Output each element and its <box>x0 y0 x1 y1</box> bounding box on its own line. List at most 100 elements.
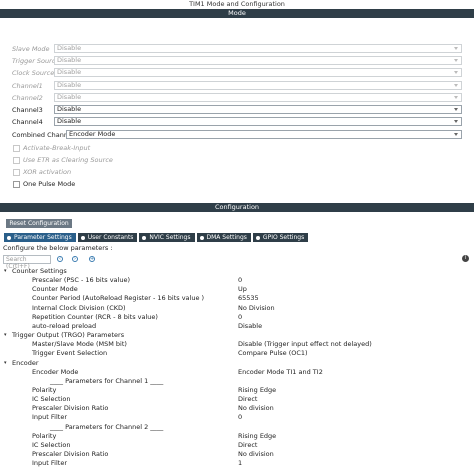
tab-nvic-settings[interactable]: NVIC Settings <box>139 233 195 242</box>
mode-field-value: Disable <box>57 93 82 101</box>
parameter-value[interactable]: Rising Edge <box>238 386 276 395</box>
mode-field-label: Slave Mode <box>12 45 50 53</box>
tree-row[interactable]: Input Filter 1 <box>0 459 474 468</box>
tree-row[interactable]: Repetition Counter (RCR - 8 bits value) 0 <box>0 313 474 322</box>
mode-field-label: Channel1 <box>12 82 43 90</box>
mode-field-channel2: Channel2 Disable <box>12 93 462 103</box>
parameter-value[interactable]: Disable (Trigger input effect not delaye… <box>238 340 372 349</box>
mode-field-label: Channel2 <box>12 94 43 102</box>
mode-field-select: Disable <box>54 44 462 53</box>
tree-row[interactable]: Prescaler (PSC - 16 bits value) 0 <box>0 276 474 285</box>
checkbox-label: Use ETR as Clearing Source <box>23 156 113 164</box>
parameter-name: Internal Clock Division (CKD) <box>32 303 126 312</box>
tree-row[interactable]: IC Selection Direct <box>0 395 474 404</box>
checkbox-one-pulse-mode[interactable]: One Pulse Mode <box>13 180 75 189</box>
mode-field-label: Channel3 <box>12 106 43 114</box>
tab-gpio-settings[interactable]: GPIO Settings <box>252 233 309 242</box>
search-bar: Search (Crtl+F) ‹ › + i <box>3 255 471 270</box>
tree-row[interactable]: IC Selection Direct <box>0 441 474 450</box>
mode-field-value: Disable <box>57 68 82 76</box>
tree-group[interactable]: ▾ Trigger Output (TRGO) Parameters <box>0 331 474 340</box>
tab-radio-icon <box>142 235 147 240</box>
parameter-name: Prescaler Division Ratio <box>32 450 109 458</box>
parameter-value[interactable]: Direct <box>238 441 257 450</box>
collapse-toggle-icon[interactable]: ▾ <box>4 331 7 340</box>
tab-parameter-settings[interactable]: Parameter Settings <box>4 233 76 242</box>
parameter-name: Input Filter <box>32 459 67 468</box>
checkbox-label: Activate-Break-Input <box>23 144 91 152</box>
parameter-value[interactable]: Disable <box>238 322 262 331</box>
parameter-value[interactable]: Encoder Mode TI1 and TI2 <box>238 368 323 377</box>
checkbox-use-etr-as-clearing-source: Use ETR as Clearing Source <box>13 156 113 165</box>
parameter-name: auto-reload preload <box>32 321 97 330</box>
mode-field-select[interactable]: Disable <box>54 117 462 126</box>
tab-label: User Constants <box>87 234 134 241</box>
parameter-value[interactable]: 0 <box>238 413 242 422</box>
mode-field-channel3: Channel3 Disable <box>12 105 462 115</box>
mode-field-select[interactable]: Encoder Mode <box>66 130 462 139</box>
checkbox-icon[interactable] <box>13 180 20 188</box>
tab-user-constants[interactable]: User Constants <box>77 233 138 242</box>
checkbox-label: One Pulse Mode <box>23 180 76 188</box>
tree-group-name: Counter Settings <box>12 267 67 275</box>
tree-row[interactable]: Encoder Mode Encoder Mode TI1 and TI2 <box>0 368 474 377</box>
chevron-down-icon <box>454 71 458 74</box>
tree-row[interactable]: Counter Mode Up <box>0 285 474 294</box>
mode-field-label: Combined Channels <box>12 131 78 139</box>
chevron-down-icon <box>454 96 458 99</box>
tree-row[interactable]: Polarity Rising Edge <box>0 432 474 441</box>
tree-row[interactable]: ____ Parameters for Channel 1 ____ <box>0 377 474 386</box>
mode-field-combined-channels: Combined Channels Encoder Mode <box>12 130 462 140</box>
parameter-name: ____ Parameters for Channel 2 ____ <box>50 422 164 431</box>
reset-configuration-button[interactable]: Reset Configuration <box>6 219 72 228</box>
parameter-value[interactable]: No division <box>238 404 274 413</box>
mode-field-label: Clock Source <box>12 69 55 77</box>
mode-field-value: Encoder Mode <box>69 130 116 138</box>
parameter-value[interactable]: 0 <box>238 276 242 285</box>
tree-row[interactable]: Polarity Rising Edge <box>0 386 474 395</box>
tree-row[interactable]: Input Filter 0 <box>0 413 474 422</box>
parameter-value[interactable]: Up <box>238 285 247 294</box>
parameter-value[interactable]: 1 <box>238 459 242 468</box>
mode-panel: Slave Mode Disable Trigger Source Disable Cl… <box>0 18 474 202</box>
tree-row[interactable]: Trigger Event Selection Compare Pulse (OC… <box>0 349 474 358</box>
collapse-toggle-icon[interactable]: ▾ <box>4 359 7 368</box>
parameter-value[interactable]: No division <box>238 450 274 459</box>
parameter-value[interactable]: 65535 <box>238 294 259 303</box>
tree-row[interactable]: Prescaler Division Ratio No division <box>0 404 474 413</box>
info-icon[interactable]: i <box>462 255 469 262</box>
search-next-icon[interactable]: › <box>72 256 78 262</box>
expand-all-icon[interactable]: + <box>89 256 95 262</box>
parameter-value[interactable]: Compare Pulse (OC1) <box>238 349 308 358</box>
tree-row[interactable]: auto-reload preload Disable <box>0 322 474 331</box>
mode-field-value: Disable <box>57 56 82 64</box>
tree-group[interactable]: ▾ Counter Settings <box>0 267 474 276</box>
parameter-value[interactable]: 0 <box>238 313 242 322</box>
search-previous-icon[interactable]: ‹ <box>57 256 63 262</box>
tree-row[interactable]: Counter Period (AutoReload Register - 16… <box>0 294 474 303</box>
parameter-name: Counter Mode <box>32 285 78 294</box>
tree-row[interactable]: Prescaler Division Ratio No division <box>0 450 474 459</box>
parameter-value[interactable]: Direct <box>238 395 257 404</box>
tab-label: DMA Settings <box>206 234 247 241</box>
mode-field-channel4: Channel4 Disable <box>12 117 462 127</box>
parameter-value[interactable]: Rising Edge <box>238 432 276 441</box>
mode-field-select[interactable]: Disable <box>54 105 462 114</box>
parameter-name: Prescaler Division Ratio <box>32 404 109 413</box>
parameter-name: IC Selection <box>32 440 71 449</box>
parameter-value[interactable]: No Division <box>238 304 275 313</box>
window-title: TIM1 Mode and Configuration <box>0 0 474 9</box>
tab-dma-settings[interactable]: DMA Settings <box>196 233 251 242</box>
tree-row[interactable]: Internal Clock Division (CKD) No Division <box>0 304 474 313</box>
mode-section-header: Mode <box>0 9 474 18</box>
parameter-name: Polarity <box>32 385 57 394</box>
mode-field-slave-mode: Slave Mode Disable <box>12 44 462 54</box>
collapse-toggle-icon[interactable]: ▾ <box>4 267 7 276</box>
tree-row[interactable]: ____ Parameters for Channel 2 ____ <box>0 423 474 432</box>
mode-field-select: Disable <box>54 81 462 90</box>
tree-row[interactable]: Master/Slave Mode (MSM bit) Disable (Trig… <box>0 340 474 349</box>
search-input[interactable]: Search (Crtl+F) <box>3 255 51 270</box>
checkbox-icon <box>13 168 20 176</box>
parameter-name: Master/Slave Mode (MSM bit) <box>32 340 127 349</box>
tree-group[interactable]: ▾ Encoder <box>0 359 474 368</box>
